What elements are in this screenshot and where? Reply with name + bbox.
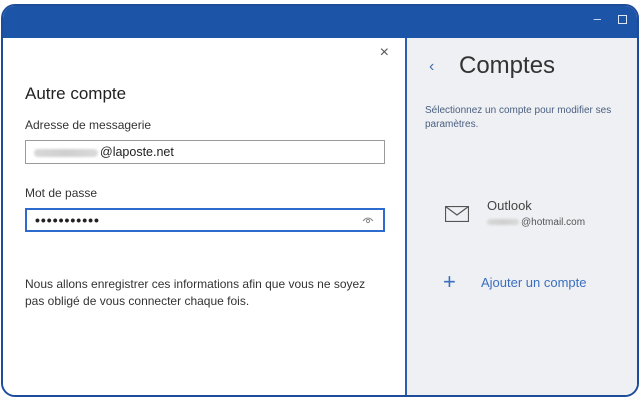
panel-title: Comptes [459, 52, 556, 79]
email-domain: @laposte.net [100, 145, 174, 159]
add-account-label: Ajouter un compte [481, 275, 587, 290]
maximize-button[interactable] [618, 15, 627, 24]
minimize-button[interactable]: – [594, 11, 601, 27]
dialog-title: Autre compte [25, 84, 127, 103]
reveal-password-icon[interactable] [362, 216, 374, 224]
app-window: – × Autre compte Adresse de messagerie @… [1, 4, 639, 397]
redacted-username [487, 219, 519, 226]
plus-icon: + [443, 269, 456, 294]
password-field[interactable]: ••••••••••• [25, 208, 385, 232]
other-account-dialog: × Autre compte Adresse de messagerie @la… [3, 38, 407, 395]
account-name: Outlook [487, 198, 532, 213]
back-icon[interactable]: ‹ [429, 58, 434, 76]
close-icon[interactable]: × [380, 44, 389, 62]
redacted-username [34, 148, 98, 157]
password-dots: ••••••••••• [35, 212, 100, 228]
email-label: Adresse de messagerie [25, 118, 152, 132]
mail-icon [445, 206, 469, 222]
title-bar: – [3, 6, 637, 38]
info-text: Nous allons enregistrer ces informations… [25, 277, 366, 308]
account-email-domain: @hotmail.com [521, 217, 586, 228]
email-field[interactable]: @laposte.net [25, 140, 385, 164]
panel-subtitle: Sélectionnez un compte pour modifier ses… [425, 105, 612, 130]
account-email: @hotmail.com [487, 217, 585, 228]
account-item-outlook[interactable]: Outlook @hotmail.com [437, 196, 627, 236]
password-label: Mot de passe [25, 186, 98, 200]
accounts-panel: ‹ Comptes Sélectionnez un compte pour mo… [407, 38, 637, 395]
